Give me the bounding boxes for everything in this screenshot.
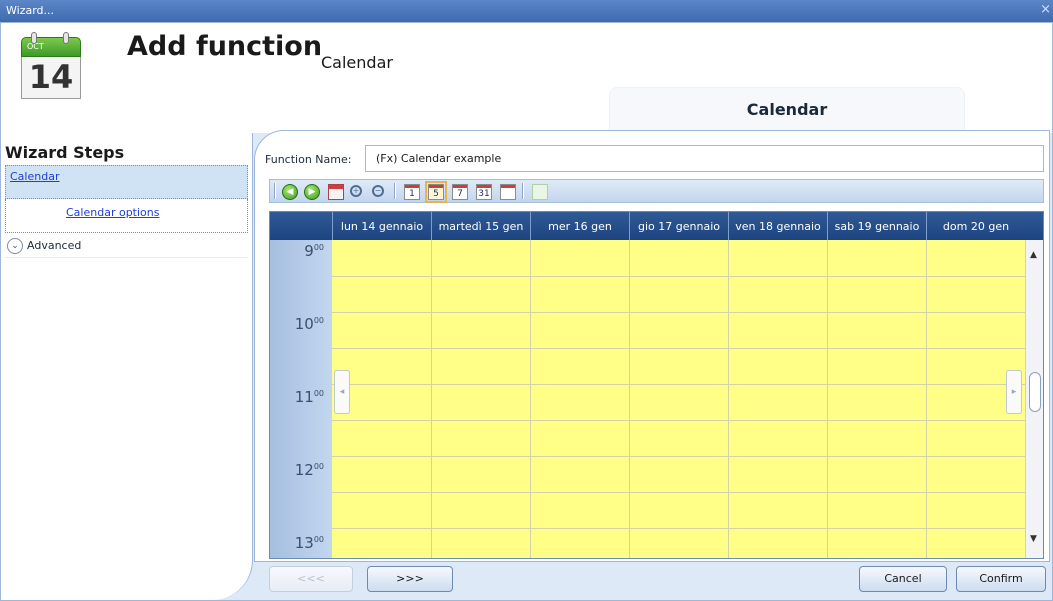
wizard-step-calendar[interactable]: Calendar [5, 165, 248, 199]
day-view-icon[interactable]: 1 [404, 184, 420, 200]
zoom-out-icon[interactable]: − [372, 185, 384, 197]
window-title: Wizard... [6, 4, 55, 17]
wizard-step-calendar-options-link[interactable]: Calendar options [66, 206, 159, 219]
day-header[interactable]: mer 16 gen [530, 212, 629, 240]
day-header[interactable]: ven 18 gennaio [728, 212, 827, 240]
calendar-header: lun 14 gennaio martedì 15 gen mer 16 gen… [270, 212, 1043, 240]
page-subtitle: Calendar [321, 53, 393, 72]
week-view-icon[interactable]: 7 [452, 184, 468, 200]
wizard-steps-title: Wizard Steps [5, 143, 125, 162]
tab-calendar[interactable]: Calendar [609, 87, 965, 131]
calendar-cells[interactable]: ◂ ▸ [332, 240, 1025, 558]
wizard-advanced-toggle[interactable]: ⌄ Advanced [5, 236, 248, 258]
day-header[interactable]: martedì 15 gen [431, 212, 530, 240]
hour-label: 900 [304, 242, 324, 260]
today-icon[interactable] [328, 184, 344, 200]
hour-label: 1100 [294, 388, 324, 406]
time-ruler: 900 1000 1100 1200 1300 [270, 240, 332, 558]
previous-arrow-icon[interactable]: ◀ [282, 184, 298, 200]
next-button[interactable]: >>> [367, 566, 453, 592]
wizard-steps-panel: Wizard Steps Calendar Calendar options ⌄… [1, 133, 253, 600]
day-header[interactable]: sab 19 gennaio [827, 212, 926, 240]
function-name-input[interactable] [365, 145, 1044, 172]
next-arrow-icon[interactable]: ▶ [304, 184, 320, 200]
hour-label: 1000 [294, 315, 324, 333]
close-icon[interactable]: × [1040, 2, 1051, 17]
toolbar-separator [274, 183, 276, 199]
scroll-down-icon[interactable]: ▼ [1030, 534, 1037, 544]
wizard-step-calendar-options[interactable]: Calendar options [5, 199, 248, 233]
main-content: Function Name: ◀ ▶ + − 1 5 7 31 lun 14 g… [254, 130, 1050, 562]
toolbar-separator [394, 183, 396, 199]
wizard-frame: OCT 14 Add function Calendar Calendar Wi… [0, 22, 1053, 601]
wizard-step-calendar-link[interactable]: Calendar [10, 170, 59, 183]
toolbar-separator [522, 183, 524, 199]
chevron-down-icon[interactable]: ⌄ [7, 238, 23, 254]
work-week-view-icon[interactable]: 5 [425, 181, 447, 203]
cancel-button[interactable]: Cancel [859, 566, 947, 592]
calendar-icon-day: 14 [21, 57, 81, 99]
header: OCT 14 Add function Calendar Calendar [1, 23, 1052, 133]
day-header[interactable]: dom 20 gen [926, 212, 1025, 240]
timeline-view-icon[interactable] [500, 184, 516, 200]
scroll-left-handle[interactable]: ◂ [334, 370, 350, 414]
hour-label: 1200 [294, 461, 324, 479]
calendar-grid[interactable]: lun 14 gennaio martedì 15 gen mer 16 gen… [269, 211, 1044, 559]
day-header[interactable]: lun 14 gennaio [332, 212, 431, 240]
scrollbar-thumb[interactable] [1029, 372, 1041, 412]
scroll-right-handle[interactable]: ▸ [1006, 370, 1022, 414]
day-header[interactable]: gio 17 gennaio [629, 212, 728, 240]
advanced-label: Advanced [27, 239, 82, 252]
back-button[interactable]: <<< [269, 566, 353, 592]
export-icon[interactable] [532, 184, 548, 200]
title-bar: Wizard... × [0, 0, 1053, 22]
month-view-icon[interactable]: 31 [476, 184, 492, 200]
page-title: Add function [127, 31, 323, 62]
scroll-up-icon[interactable]: ▲ [1030, 250, 1037, 260]
hour-label: 1300 [294, 534, 324, 552]
calendar-toolbar: ◀ ▶ + − 1 5 7 31 [269, 179, 1044, 203]
vertical-scrollbar[interactable]: ▲ ▼ [1025, 240, 1043, 558]
calendar-icon: OCT 14 [21, 32, 81, 99]
zoom-in-icon[interactable]: + [350, 185, 362, 197]
function-name-label: Function Name: [265, 153, 352, 166]
confirm-button[interactable]: Confirm [956, 566, 1046, 592]
